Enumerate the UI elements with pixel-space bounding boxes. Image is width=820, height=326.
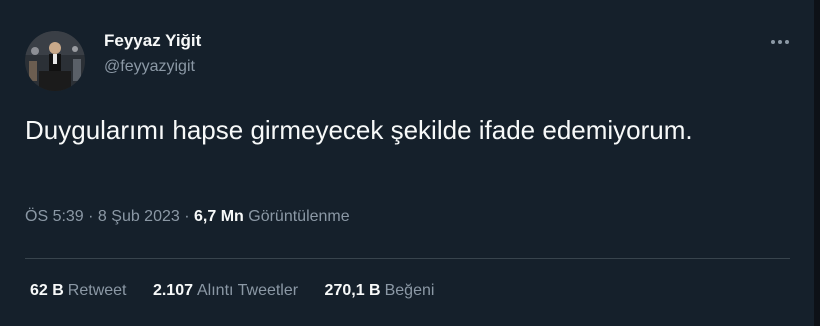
more-options-icon[interactable]	[760, 30, 800, 54]
likes-stat[interactable]: 270,1 B Beğeni	[325, 282, 435, 300]
retweets-stat[interactable]: 62 B Retweet	[30, 282, 127, 300]
divider	[25, 258, 790, 259]
quotes-label: Alıntı Tweetler	[197, 282, 299, 299]
likes-count: 270,1 B	[324, 282, 381, 299]
avatar-photo	[25, 31, 85, 91]
author-handle[interactable]: @feyyazyigit	[104, 58, 195, 76]
tweet-stats: 62 B Retweet 2.107 Alıntı Tweetler 270,1 B…	[30, 282, 456, 300]
retweets-count: 62 B	[30, 282, 64, 299]
meta-separator: ·	[179, 208, 194, 225]
tweet-card: Feyyaz Yiğit @feyyazyigit Duygularımı ha…	[0, 0, 820, 326]
window-edge	[814, 0, 820, 326]
meta-separator: ·	[83, 208, 98, 225]
avatar[interactable]	[25, 31, 85, 91]
views-count: 6,7 Mn	[194, 208, 244, 225]
quotes-count: 2.107	[152, 282, 193, 299]
quotes-stat[interactable]: 2.107 Alıntı Tweetler	[153, 282, 298, 300]
tweet-meta: ÖS 5:39 · 8 Şub 2023 · 6,7 Mn Görüntülen…	[25, 208, 350, 226]
tweet-text: Duygularımı hapse girmeyecek şekilde ifa…	[25, 115, 693, 145]
retweets-label: Retweet	[67, 282, 127, 299]
likes-label: Beğeni	[384, 282, 435, 299]
tweet-date[interactable]: 8 Şub 2023	[98, 208, 180, 225]
author-name[interactable]: Feyyaz Yiğit	[104, 31, 201, 51]
views-label: Görüntülenme	[248, 208, 350, 225]
tweet-time[interactable]: ÖS 5:39	[25, 208, 84, 225]
